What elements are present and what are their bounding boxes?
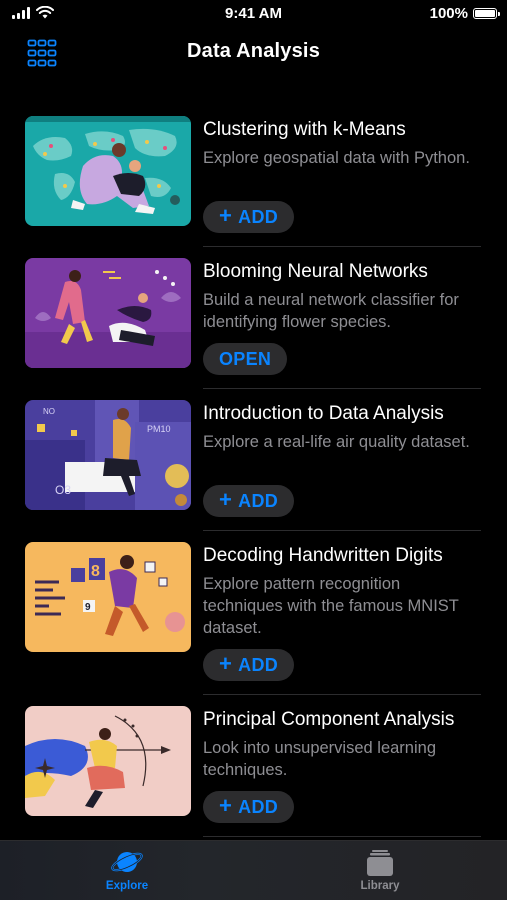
add-button-label: ADD	[238, 490, 279, 511]
course-title: Clustering with k-Means	[203, 119, 406, 140]
add-button[interactable]: + ADD	[203, 201, 295, 233]
plus-icon: +	[219, 203, 233, 228]
course-title: Blooming Neural Networks	[203, 261, 428, 282]
course-description: Build a neural network classifier for id…	[203, 291, 459, 331]
battery-icon	[473, 8, 500, 19]
course-item-clustering[interactable]: Clustering with k-Means Explore geospati…	[0, 105, 507, 247]
add-button-label: ADD	[238, 206, 279, 227]
add-button[interactable]: + ADD	[203, 485, 295, 517]
plus-icon: +	[219, 487, 233, 512]
add-button-label: ADD	[238, 654, 279, 675]
thumb-digit-9: 9	[85, 602, 91, 613]
thumb-label-no: NO	[43, 407, 55, 416]
status-bar: 9:41 AM 100%	[0, 0, 507, 30]
plus-icon: +	[219, 793, 233, 818]
course-description: Explore a real-life air quality dataset.	[203, 433, 470, 451]
add-button-label: ADD	[238, 796, 279, 817]
course-title: Principal Component Analysis	[203, 709, 455, 730]
add-button[interactable]: + ADD	[203, 791, 295, 823]
course-title: Introduction to Data Analysis	[203, 403, 444, 424]
thumb-label-o3: O3	[55, 483, 71, 497]
open-button[interactable]: OPEN	[203, 343, 288, 375]
tab-explore[interactable]: Explore	[67, 847, 187, 899]
page-title: Data Analysis	[186, 40, 321, 62]
planet-icon	[111, 852, 143, 872]
open-button-label: OPEN	[219, 348, 272, 369]
course-thumbnail-pca	[25, 706, 191, 816]
status-right: 100%	[429, 5, 500, 22]
course-item-intro-data-analysis[interactable]: NO PM10 O3 Introduction to Data Analysis…	[0, 389, 507, 531]
add-button[interactable]: + ADD	[203, 649, 295, 681]
course-thumbnail-neural-networks	[25, 258, 191, 368]
course-description: Explore geospatial data with Python.	[203, 149, 470, 167]
tab-library-label: Library	[360, 880, 400, 892]
course-description: Explore pattern recognition techniques w…	[203, 575, 459, 637]
course-thumbnail-intro-data-analysis: NO PM10 O3	[25, 400, 191, 510]
thumb-label-pm10: PM10	[147, 424, 171, 434]
course-thumbnail-clustering	[25, 116, 191, 226]
thumb-digit-8: 8	[91, 563, 100, 580]
tab-library[interactable]: Library	[320, 847, 440, 899]
plus-icon: +	[219, 651, 233, 676]
course-item-neural-networks[interactable]: Blooming Neural Networks Build a neural …	[0, 247, 507, 389]
divider	[203, 836, 481, 837]
tab-explore-label: Explore	[105, 880, 149, 892]
battery-percentage: 100%	[429, 5, 468, 22]
course-description: Look into unsupervised learning techniqu…	[203, 739, 436, 779]
stack-icon	[367, 850, 393, 876]
course-thumbnail-handwritten-digits: 8 9	[25, 542, 191, 652]
course-list: Clustering with k-Means Explore geospati…	[0, 105, 507, 837]
navigation-bar: Data Analysis	[0, 30, 507, 80]
course-item-handwritten-digits[interactable]: 8 9 Decoding Handwritten Digits Explore …	[0, 531, 507, 695]
tab-bar: Explore Library	[0, 840, 507, 900]
course-item-pca[interactable]: Principal Component Analysis Look into u…	[0, 695, 507, 837]
course-title: Decoding Handwritten Digits	[203, 545, 443, 566]
